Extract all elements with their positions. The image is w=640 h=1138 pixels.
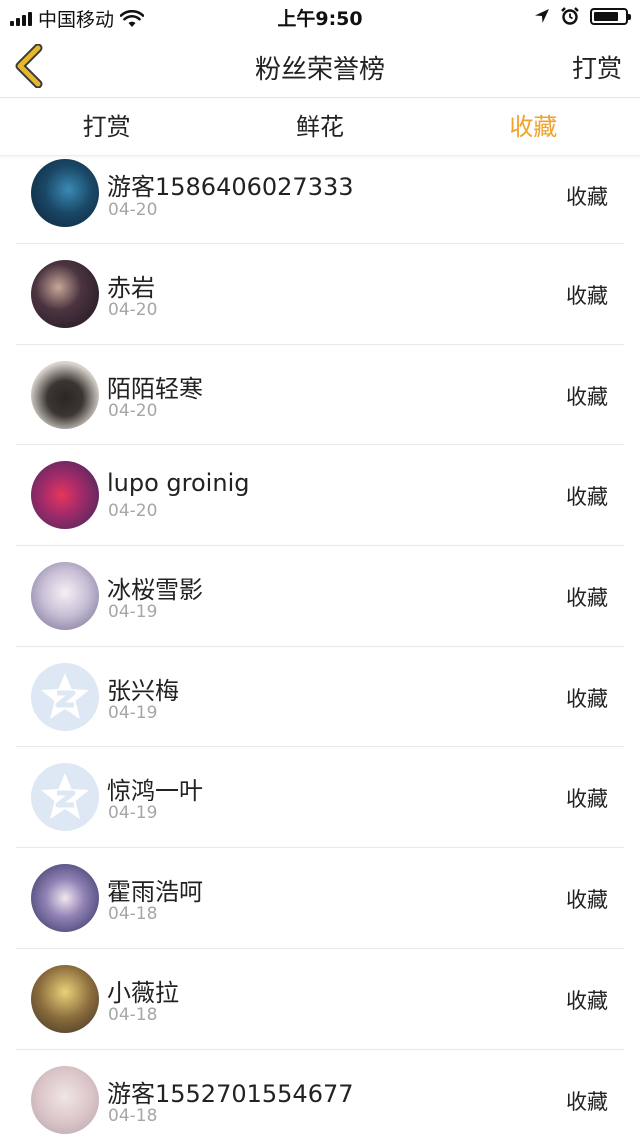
- list-item[interactable]: 小薇拉 04-18 收藏: [16, 949, 624, 1050]
- avatar: [31, 159, 99, 227]
- alarm-clock-icon: [561, 7, 579, 25]
- action-label: 收藏: [566, 988, 608, 1013]
- nav-bar: 粉丝荣誉榜 打赏: [0, 34, 640, 98]
- fan-date: 04-19: [108, 803, 158, 824]
- avatar: [31, 662, 99, 731]
- fan-date: 04-20: [108, 400, 158, 421]
- reward-button[interactable]: 打赏: [572, 49, 622, 85]
- fan-name: 陌陌轻寒: [107, 374, 203, 403]
- status-right: [534, 6, 631, 26]
- action-label: 收藏: [566, 185, 608, 209]
- action-label: 收藏: [566, 284, 608, 308]
- default-avatar-icon: [41, 672, 89, 719]
- fan-date: 04-19: [108, 602, 158, 623]
- list-item[interactable]: 赤岩 04-20 收藏: [16, 244, 624, 345]
- fan-date: 04-18: [108, 904, 158, 925]
- action-label: 收藏: [566, 485, 608, 510]
- avatar: [31, 461, 99, 530]
- tab-favorites[interactable]: 收藏: [427, 99, 640, 155]
- fan-name: 霍雨浩呵: [107, 878, 203, 907]
- tab-reward[interactable]: 打赏: [0, 99, 213, 155]
- fan-list: 游客1586406027333 04-20 收藏 赤岩 04-20 收藏 陌陌轻…: [0, 157, 640, 1138]
- avatar: [31, 260, 99, 328]
- list-item[interactable]: lupo groinig 04-20 收藏: [16, 445, 624, 547]
- fan-name: 惊鸿一叶: [107, 777, 203, 806]
- action-label: 收藏: [566, 787, 608, 812]
- list-item[interactable]: 游客1586406027333 04-20 收藏: [16, 157, 624, 244]
- action-label: 收藏: [566, 586, 608, 611]
- list-item[interactable]: 霍雨浩呵 04-18 收藏: [16, 848, 624, 949]
- fan-name: 赤岩: [107, 274, 155, 302]
- fan-name: 游客1552701554677: [107, 1079, 354, 1108]
- list-item[interactable]: 游客1552701554677 04-18 收藏: [16, 1050, 624, 1138]
- fan-name: 游客1586406027333: [107, 173, 354, 201]
- fan-name: lupo groinig: [107, 469, 250, 498]
- list-item[interactable]: 冰桜雪影 04-19 收藏: [16, 546, 624, 647]
- page-title: 粉丝荣誉榜: [254, 55, 385, 85]
- fan-name: 小薇拉: [107, 978, 179, 1007]
- location-arrow-icon: [535, 9, 549, 23]
- avatar: [31, 1065, 99, 1134]
- tab-bar: 打赏 鲜花 收藏: [0, 99, 640, 156]
- default-avatar-icon: [41, 773, 89, 820]
- action-label: 收藏: [566, 1089, 608, 1114]
- fan-date: 04-19: [108, 702, 158, 723]
- avatar: [31, 964, 99, 1033]
- avatar: [31, 763, 99, 832]
- avatar: [31, 864, 99, 933]
- list-item[interactable]: 陌陌轻寒 04-20 收藏: [16, 345, 624, 446]
- fan-date: 04-20: [108, 300, 158, 320]
- status-bar: 中国移动 上午9:50: [0, 0, 640, 34]
- battery-level: [594, 11, 618, 21]
- list-item[interactable]: 惊鸿一叶 04-19 收藏: [16, 747, 624, 849]
- avatar: [31, 360, 99, 429]
- action-label: 收藏: [566, 888, 608, 913]
- action-label: 收藏: [566, 686, 608, 711]
- battery-icon: [590, 7, 631, 25]
- list-item[interactable]: 张兴梅 04-19 收藏: [16, 647, 624, 748]
- fan-name: 冰桜雪影: [107, 576, 203, 605]
- fan-date: 04-18: [108, 1105, 158, 1126]
- avatar: [31, 562, 99, 631]
- fan-date: 04-20: [108, 501, 158, 522]
- fan-name: 张兴梅: [107, 676, 179, 705]
- fan-date: 04-18: [108, 1004, 158, 1025]
- fan-date: 04-20: [108, 200, 158, 220]
- action-label: 收藏: [566, 384, 608, 409]
- tab-flowers[interactable]: 鲜花: [213, 99, 426, 155]
